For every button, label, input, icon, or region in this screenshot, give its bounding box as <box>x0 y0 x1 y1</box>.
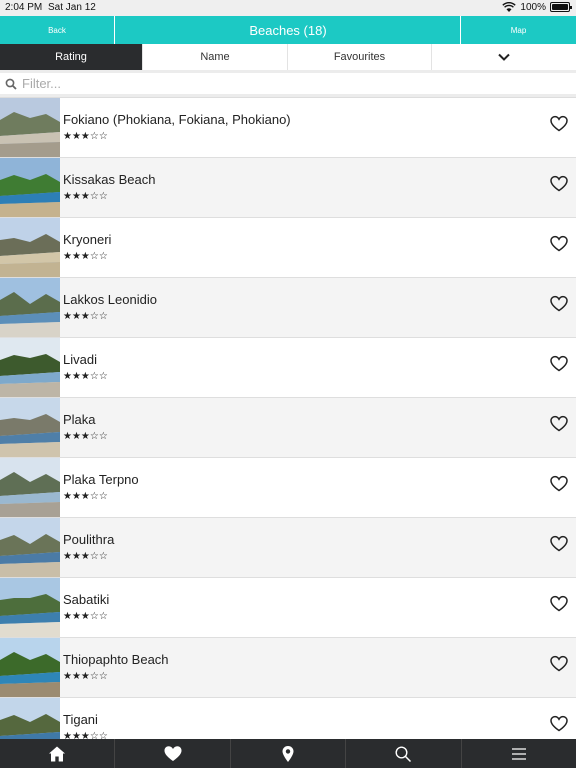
beach-rating: ★★★☆☆ <box>63 431 108 442</box>
beach-thumbnail <box>0 218 60 277</box>
favourite-heart-icon[interactable] <box>550 295 568 312</box>
battery-icon <box>550 2 572 12</box>
favourite-heart-icon[interactable] <box>550 355 568 372</box>
favourites-tab[interactable] <box>115 739 231 768</box>
beach-name: Kryoneri <box>63 232 112 247</box>
map-tab[interactable] <box>231 739 347 768</box>
status-indicators: 100% <box>502 1 572 13</box>
beach-name: Lakkos Leonidio <box>63 292 157 307</box>
status-bar: 2:04 PM Sat Jan 12 100% <box>0 0 576 16</box>
list-item[interactable]: Thiopaphto Beach ★★★☆☆ <box>0 638 576 698</box>
filter-input[interactable] <box>22 76 562 91</box>
favourite-heart-icon[interactable] <box>550 235 568 252</box>
beach-rating: ★★★☆☆ <box>63 551 108 562</box>
beach-name: Plaka Terpno <box>63 472 139 487</box>
beach-rating: ★★★☆☆ <box>63 131 108 142</box>
favourite-heart-icon[interactable] <box>550 115 568 132</box>
battery-percent: 100% <box>520 1 546 13</box>
list-item[interactable]: Sabatiki ★★★☆☆ <box>0 578 576 638</box>
beach-rating: ★★★☆☆ <box>63 671 108 682</box>
list-item[interactable]: Lakkos Leonidio ★★★☆☆ <box>0 278 576 338</box>
favourite-heart-icon[interactable] <box>550 715 568 732</box>
tab-name[interactable]: Name <box>143 44 288 70</box>
menu-icon <box>511 747 526 760</box>
status-time: 2:04 PM <box>5 2 43 13</box>
filter-box <box>0 73 576 94</box>
list-item[interactable]: Kissakas Beach ★★★☆☆ <box>0 158 576 218</box>
beach-name: Kissakas Beach <box>63 172 156 187</box>
map-pin-icon <box>282 745 294 762</box>
favourite-heart-icon[interactable] <box>550 475 568 492</box>
beach-thumbnail <box>0 518 60 577</box>
more-options-button[interactable] <box>432 44 576 70</box>
beach-thumbnail <box>0 458 60 517</box>
search-icon <box>5 78 17 90</box>
beach-name: Poulithra <box>63 532 115 547</box>
menu-tab[interactable] <box>462 739 576 768</box>
search-icon <box>395 745 412 762</box>
beach-thumbnail <box>0 638 60 697</box>
favourite-heart-icon[interactable] <box>550 535 568 552</box>
beach-thumbnail <box>0 98 60 157</box>
search-tab[interactable] <box>346 739 462 768</box>
list-item[interactable]: Poulithra ★★★☆☆ <box>0 518 576 578</box>
beach-rating: ★★★☆☆ <box>63 251 108 262</box>
favourite-heart-icon[interactable] <box>550 175 568 192</box>
nav-bar: Back Beaches (18) Map <box>0 16 576 44</box>
bottom-tab-bar <box>0 739 576 768</box>
beach-rating: ★★★☆☆ <box>63 191 108 202</box>
favourite-heart-icon[interactable] <box>550 655 568 672</box>
list-item[interactable]: Plaka Terpno ★★★☆☆ <box>0 458 576 518</box>
beach-thumbnail <box>0 158 60 217</box>
beach-name: Thiopaphto Beach <box>63 652 169 667</box>
beach-rating: ★★★☆☆ <box>63 371 108 382</box>
sort-tabs: Rating Name Favourites <box>0 44 576 70</box>
heart-icon <box>164 745 182 761</box>
list-item[interactable]: Livadi ★★★☆☆ <box>0 338 576 398</box>
beach-name: Sabatiki <box>63 592 110 607</box>
beach-thumbnail <box>0 698 60 739</box>
beach-rating: ★★★☆☆ <box>63 731 108 739</box>
favourite-heart-icon[interactable] <box>550 415 568 432</box>
map-button[interactable]: Map <box>460 16 576 44</box>
beach-name: Livadi <box>63 352 97 367</box>
tab-rating[interactable]: Rating <box>0 44 143 70</box>
wifi-icon <box>502 1 517 12</box>
page-title: Beaches (18) <box>249 22 327 38</box>
beach-name: Tigani <box>63 712 98 727</box>
beach-name: Fokiano (Phokiana, Fokiana, Phokiano) <box>63 112 291 127</box>
list-item[interactable]: Fokiano (Phokiana, Fokiana, Phokiano) ★★★… <box>0 98 576 158</box>
beach-name: Plaka <box>63 412 96 427</box>
home-icon <box>49 746 66 761</box>
beach-rating: ★★★☆☆ <box>63 311 108 322</box>
list-item[interactable]: Tigani ★★★☆☆ <box>0 698 576 739</box>
chevron-down-icon <box>498 53 510 61</box>
beach-thumbnail <box>0 578 60 637</box>
home-tab[interactable] <box>0 739 116 768</box>
list-item[interactable]: Plaka ★★★☆☆ <box>0 398 576 458</box>
back-button[interactable]: Back <box>0 16 115 44</box>
filter-bar <box>0 70 576 97</box>
beach-thumbnail <box>0 278 60 337</box>
beach-list[interactable]: Fokiano (Phokiana, Fokiana, Phokiano) ★★★… <box>0 97 576 739</box>
beach-thumbnail <box>0 338 60 397</box>
beach-rating: ★★★☆☆ <box>63 611 108 622</box>
beach-thumbnail <box>0 398 60 457</box>
list-item[interactable]: Kryoneri ★★★☆☆ <box>0 218 576 278</box>
status-date: Sat Jan 12 <box>48 2 96 13</box>
favourite-heart-icon[interactable] <box>550 595 568 612</box>
beach-rating: ★★★☆☆ <box>63 491 108 502</box>
tab-favourites[interactable]: Favourites <box>288 44 432 70</box>
